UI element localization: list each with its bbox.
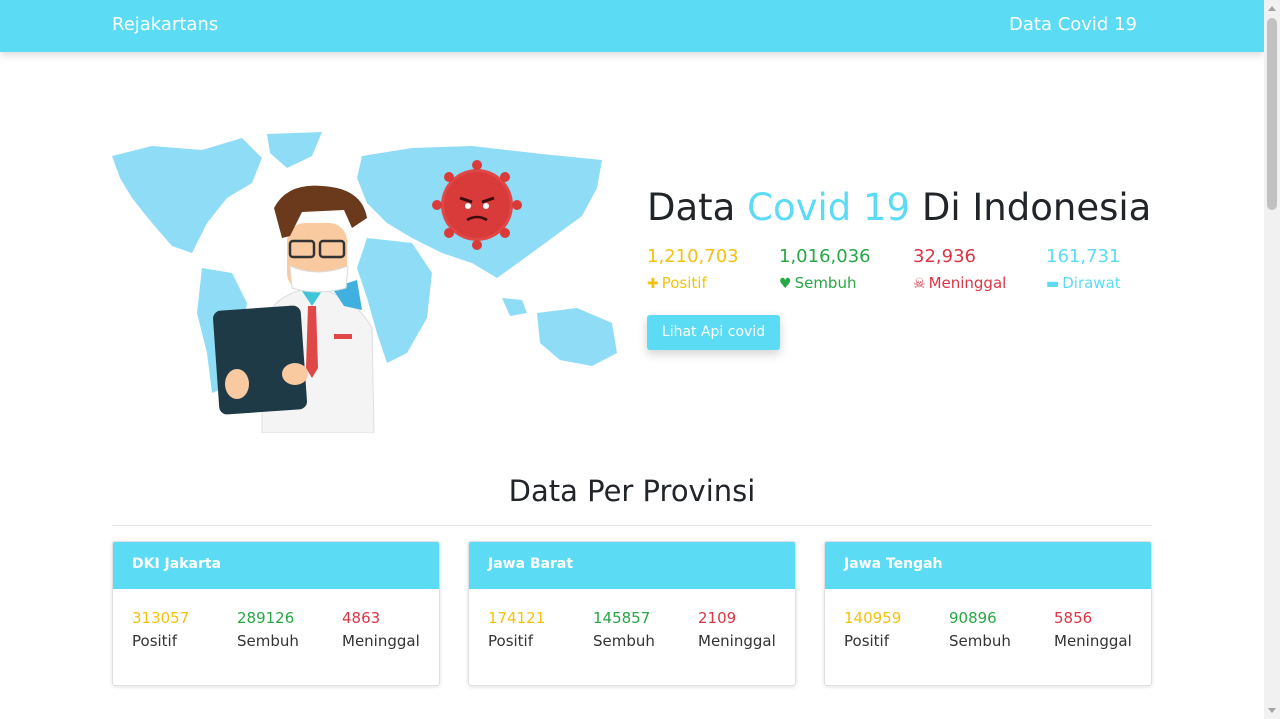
stat-positif: 1,210,703 ✚ Positif [647,246,739,292]
plus-icon: ✚ [647,276,659,292]
stat-sembuh: 1,016,036 ♥ Sembuh [779,246,871,292]
province-card-header: DKI Jakarta [113,542,439,589]
hero-title-prefix: Data [647,186,748,229]
province-stat-sembuh: 289126 Sembuh [237,609,299,650]
bed-icon: ▬ [1046,276,1060,292]
virus-icon [432,160,522,250]
province-card-dki-jakarta: DKI Jakarta 313057 Positif 289126 Sembuh… [112,541,440,686]
province-positif-label: Positif [132,632,177,650]
province-meninggal-value: 4863 [342,609,381,627]
stat-positif-value: 1,210,703 [647,246,739,267]
province-meninggal-value: 5856 [1054,609,1093,627]
province-stat-sembuh: 90896 Sembuh [949,609,1011,650]
section-title-provinsi: Data Per Provinsi [508,474,756,508]
province-positif-value: 174121 [488,609,546,627]
nav-link-data-covid[interactable]: Data Covid 19 [1009,14,1137,35]
hero-title-accent: Covid 19 [747,186,911,229]
stat-meninggal-label: Meninggal [928,274,1007,292]
divider [112,525,1152,526]
province-positif-value: 313057 [132,609,190,627]
navbar: Rejakartans Data Covid 19 [0,0,1264,52]
province-positif-label: Positif [488,632,533,650]
stat-sembuh-label-wrap: ♥ Sembuh [779,274,871,292]
skull-crossbones-icon: ☠ [913,276,926,292]
province-meninggal-label: Meninggal [1054,632,1132,650]
scroll-down-arrow-icon[interactable] [1268,708,1276,713]
province-sembuh-label: Sembuh [949,632,1011,650]
province-card-body: 313057 Positif 289126 Sembuh 4863 Mening… [113,589,439,685]
province-positif-value: 140959 [844,609,902,627]
province-sembuh-value: 289126 [237,609,295,627]
province-card-header: Jawa Barat [469,542,795,589]
province-meninggal-label: Meninggal [342,632,420,650]
province-stat-meninggal: 4863 Meninggal [342,609,420,650]
province-meninggal-label: Meninggal [698,632,776,650]
stat-sembuh-label: Sembuh [794,274,857,292]
stat-positif-label: Positif [661,274,707,292]
province-stat-meninggal: 2109 Meninggal [698,609,776,650]
stat-dirawat-label-wrap: ▬ Dirawat [1046,274,1121,292]
stat-meninggal: 32,936 ☠ Meninggal [913,246,1006,292]
stat-dirawat-value: 161,731 [1046,246,1121,267]
province-card-jawa-tengah: Jawa Tengah 140959 Positif 90896 Sembuh … [824,541,1152,686]
stat-meninggal-label-wrap: ☠ Meninggal [913,274,1006,292]
hero-title-suffix: Di Indonesia [910,186,1152,229]
province-sembuh-label: Sembuh [593,632,655,650]
province-stat-positif: 174121 Positif [488,609,545,650]
doctor-world-map-illustration [112,132,617,433]
province-card-jawa-barat: Jawa Barat 174121 Positif 145857 Sembuh … [468,541,796,686]
province-sembuh-label: Sembuh [237,632,299,650]
stat-sembuh-value: 1,016,036 [779,246,871,267]
brand-link[interactable]: Rejakartans [112,14,218,35]
hero-title: Data Covid 19 Di Indonesia [647,186,1151,229]
stat-positif-label-wrap: ✚ Positif [647,274,739,292]
scroll-up-arrow-icon[interactable] [1268,6,1276,11]
province-stat-meninggal: 5856 Meninggal [1054,609,1132,650]
province-sembuh-value: 145857 [593,609,651,627]
province-sembuh-value: 90896 [949,609,997,627]
stat-meninggal-value: 32,936 [913,246,976,267]
scrollbar[interactable] [1264,0,1280,719]
lihat-api-covid-button[interactable]: Lihat Api covid [647,315,780,350]
province-card-body: 140959 Positif 90896 Sembuh 5856 Meningg… [825,589,1151,685]
scroll-thumb[interactable] [1267,18,1277,210]
stat-dirawat: 161,731 ▬ Dirawat [1046,246,1121,292]
province-positif-label: Positif [844,632,889,650]
province-stat-sembuh: 145857 Sembuh [593,609,655,650]
province-stat-positif: 140959 Positif [844,609,901,650]
stat-dirawat-label: Dirawat [1062,274,1121,292]
heart-pulse-icon: ♥ [779,276,792,292]
province-card-header: Jawa Tengah [825,542,1151,589]
province-card-body: 174121 Positif 145857 Sembuh 2109 Mening… [469,589,795,685]
province-meninggal-value: 2109 [698,609,737,627]
province-stat-positif: 313057 Positif [132,609,189,650]
